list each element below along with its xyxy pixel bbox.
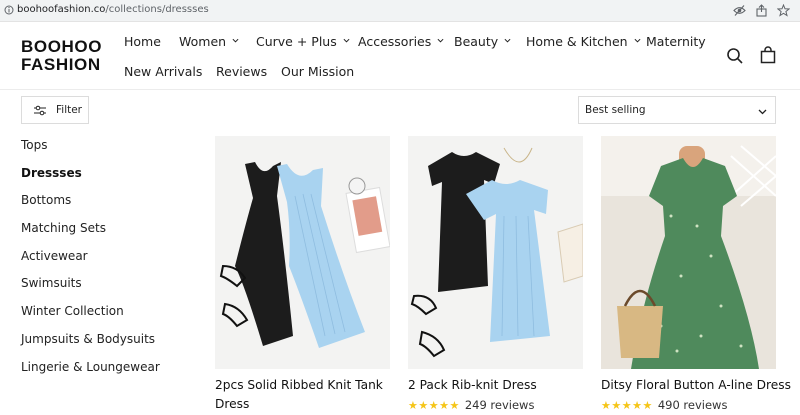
- product-image[interactable]: [408, 136, 583, 369]
- product-rating: ★★★★★ 490 reviews: [601, 398, 727, 412]
- url-path: /collections/dressses: [105, 4, 209, 15]
- sidebar-item-winter-collection[interactable]: Winter Collection: [21, 304, 124, 318]
- nav-item-accessories[interactable]: Accessories: [358, 34, 444, 49]
- logo-line-1: BOOHOO: [21, 37, 103, 56]
- product-photo-rib-knit-dresses: [408, 136, 583, 369]
- filter-button[interactable]: Filter: [21, 96, 89, 124]
- nav-label: New Arrivals: [124, 64, 203, 79]
- share-icon[interactable]: [755, 4, 768, 17]
- chevron-down-icon: [634, 38, 641, 43]
- product-title[interactable]: 2pcs Solid Ribbed Knit Tank Dress: [215, 376, 415, 414]
- nav-item-curve-plus[interactable]: Curve + Plus: [256, 34, 350, 49]
- sidebar-item-tops[interactable]: Tops: [21, 138, 48, 152]
- sidebar-item-matching-sets[interactable]: Matching Sets: [21, 221, 106, 235]
- nav-label: Home: [124, 34, 161, 49]
- product-title[interactable]: 2 Pack Rib-knit Dress: [408, 376, 608, 395]
- header-divider: [0, 89, 800, 90]
- search-icon[interactable]: [726, 47, 744, 65]
- sliders-icon: [34, 105, 46, 116]
- nav-item-home-kitchen[interactable]: Home & Kitchen: [526, 34, 641, 49]
- sidebar-item-dresses[interactable]: Dressses: [21, 166, 82, 180]
- product-title[interactable]: Ditsy Floral Button A-line Dress: [601, 376, 800, 395]
- sidebar-item-jumpsuits-bodysuits[interactable]: Jumpsuits & Bodysuits: [21, 332, 155, 346]
- nav-label: Maternity: [646, 34, 706, 49]
- product-image[interactable]: [601, 136, 776, 369]
- nav-label: Home & Kitchen: [526, 34, 628, 49]
- product-photo-tank-dresses: [215, 136, 390, 369]
- nav-item-maternity[interactable]: Maternity: [646, 34, 706, 49]
- site-info-icon[interactable]: [4, 5, 14, 15]
- nav-label: Reviews: [216, 64, 268, 79]
- nav-label: Our Mission: [281, 64, 355, 79]
- product-image[interactable]: [215, 136, 390, 369]
- review-count: 249 reviews: [464, 398, 535, 412]
- store-logo[interactable]: BOOHOO FASHION: [21, 38, 102, 74]
- sort-selected-value: Best selling: [585, 104, 646, 116]
- nav-item-new-arrivals[interactable]: New Arrivals: [124, 64, 202, 79]
- logo-line-2: FASHION: [21, 55, 101, 74]
- rating-stars-icon: ★★★★★: [408, 399, 460, 412]
- sidebar-item-lingerie-loungewear[interactable]: Lingerie & Loungewear: [21, 360, 160, 374]
- nav-item-home[interactable]: Home: [124, 34, 161, 49]
- chevron-down-icon: [758, 109, 767, 115]
- filter-label: Filter: [56, 104, 83, 116]
- bookmark-star-icon[interactable]: [776, 3, 791, 17]
- nav-item-our-mission[interactable]: Our Mission: [281, 64, 354, 79]
- nav-item-women[interactable]: Women: [179, 34, 239, 49]
- product-rating: ★★★★★ 249 reviews: [408, 398, 534, 412]
- chevron-down-icon: [232, 38, 239, 43]
- nav-label: Beauty: [454, 34, 499, 49]
- url-domain: boohoofashion.co: [17, 4, 106, 15]
- rating-stars-icon: ★★★★★: [601, 399, 653, 412]
- sidebar-item-bottoms[interactable]: Bottoms: [21, 193, 71, 207]
- nav-item-beauty[interactable]: Beauty: [454, 34, 511, 49]
- nav-item-reviews[interactable]: Reviews: [216, 64, 267, 79]
- cart-bag-icon[interactable]: [759, 46, 777, 64]
- chevron-down-icon: [504, 38, 511, 43]
- nav-label: Women: [179, 34, 227, 49]
- url-text[interactable]: boohoofashion.co/collections/dressses: [17, 4, 209, 15]
- eye-off-icon[interactable]: [733, 4, 746, 17]
- product-photo-floral-dress: [601, 136, 776, 369]
- nav-label: Curve + Plus: [256, 34, 337, 49]
- sidebar-item-swimsuits[interactable]: Swimsuits: [21, 276, 82, 290]
- chevron-down-icon: [343, 38, 350, 43]
- sidebar-item-activewear[interactable]: Activewear: [21, 249, 88, 263]
- nav-label: Accessories: [358, 34, 432, 49]
- review-count: 490 reviews: [657, 398, 728, 412]
- sort-select[interactable]: Best selling: [578, 96, 776, 124]
- chevron-down-icon: [437, 38, 444, 43]
- browser-url-bar[interactable]: boohoofashion.co/collections/dressses: [0, 0, 800, 22]
